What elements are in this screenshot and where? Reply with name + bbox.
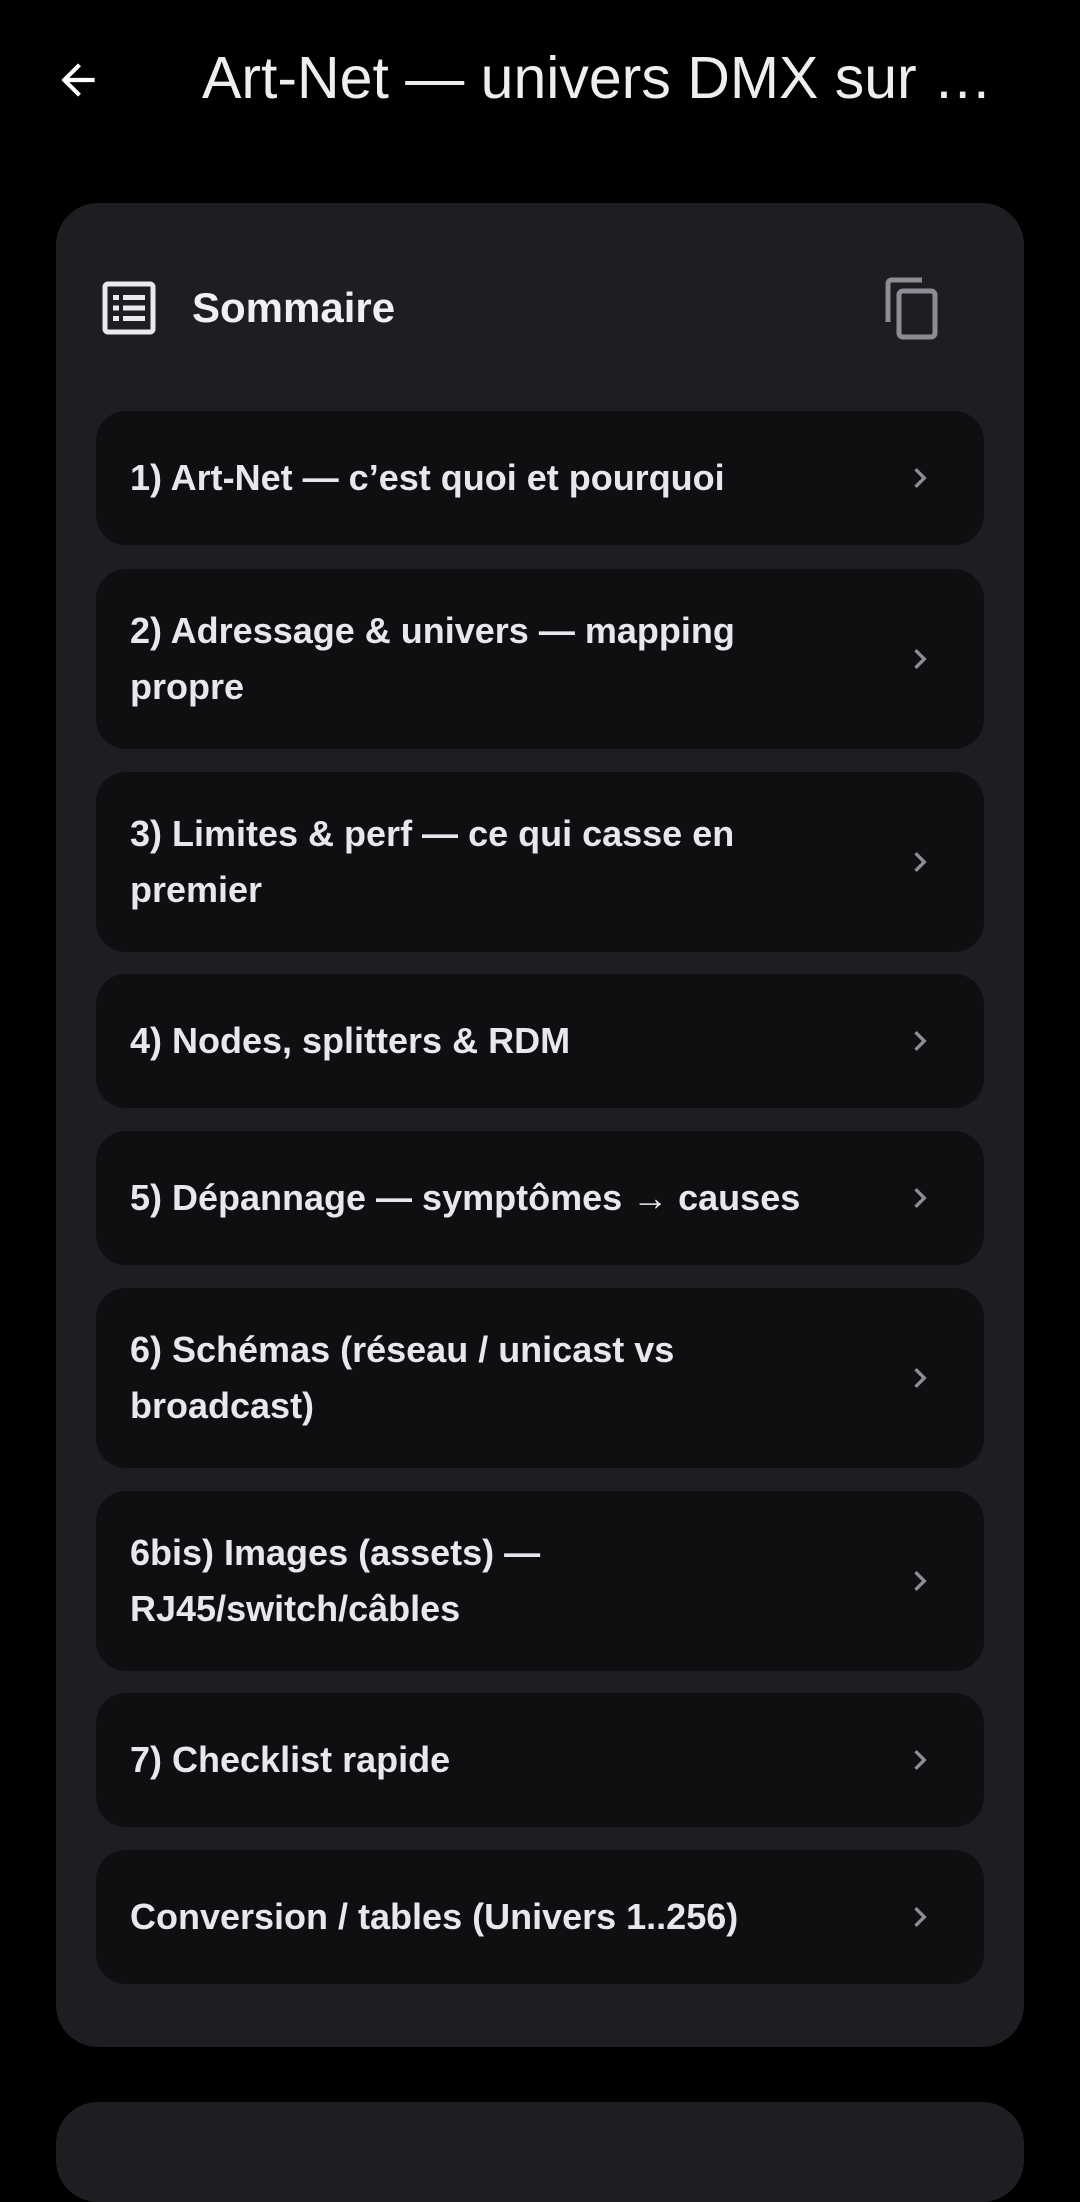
toc-item-3[interactable]: 3) Limites & perf — ce qui casse en prem… bbox=[96, 772, 984, 952]
next-section-card bbox=[56, 2102, 1024, 2202]
chevron-right-icon bbox=[914, 649, 927, 669]
toc-item-label: 1) Art-Net — c’est quoi et pourquoi bbox=[130, 457, 725, 498]
copy-button[interactable] bbox=[876, 273, 948, 345]
toc-item-label: 2) Adressage & univers — mapping propre bbox=[130, 610, 735, 707]
toc-item-4[interactable]: 4) Nodes, splitters & RDM bbox=[96, 974, 984, 1108]
toc-item-label: 6) Schémas (réseau / unicast vs broadcas… bbox=[130, 1329, 675, 1426]
toc-item-label: 7) Checklist rapide bbox=[130, 1739, 451, 1780]
app-bar: Art-Net — univers DMX sur l… bbox=[0, 0, 1080, 158]
toc-item-label: Conversion / tables (Univers 1..256) bbox=[130, 1896, 739, 1937]
toc-item-6bis[interactable]: 6bis) Images (assets) — RJ45/switch/câbl… bbox=[96, 1491, 984, 1671]
toc-item-label: 3) Limites & perf — ce qui casse en prem… bbox=[130, 813, 735, 910]
chevron-right-icon bbox=[914, 1571, 927, 1591]
chevron-right-icon bbox=[914, 1031, 927, 1051]
toc-title: Sommaire bbox=[192, 284, 396, 331]
chevron-right-icon bbox=[914, 1368, 927, 1388]
toc-item-2[interactable]: 2) Adressage & univers — mapping propre bbox=[96, 569, 984, 749]
toc-header: Sommaire bbox=[56, 203, 1024, 403]
toc-item-label: 4) Nodes, splitters & RDM bbox=[130, 1020, 571, 1061]
arrow-back-icon bbox=[61, 63, 95, 97]
chevron-right-icon bbox=[914, 1907, 927, 1927]
chevron-right-icon bbox=[914, 1750, 927, 1770]
chevron-right-icon bbox=[914, 468, 927, 488]
toc-item-7[interactable]: 7) Checklist rapide bbox=[96, 1693, 984, 1827]
chevron-right-icon bbox=[914, 1188, 927, 1208]
back-button[interactable] bbox=[44, 46, 112, 114]
toc-item-conversion[interactable]: Conversion / tables (Univers 1..256) bbox=[96, 1850, 984, 1984]
page-title: Art-Net — univers DMX sur l… bbox=[202, 45, 1002, 111]
toc-item-label: 6bis) Images (assets) — RJ45/switch/câbl… bbox=[130, 1532, 541, 1629]
toc-item-6[interactable]: 6) Schémas (réseau / unicast vs broadcas… bbox=[96, 1288, 984, 1468]
toc-card: Sommaire 1) Art-Net — c’est quoi et pour… bbox=[56, 203, 1024, 2047]
copy-icon bbox=[885, 277, 938, 340]
chevron-right-icon bbox=[914, 852, 927, 872]
toc-item-1[interactable]: 1) Art-Net — c’est quoi et pourquoi bbox=[96, 411, 984, 545]
list-icon bbox=[102, 281, 156, 335]
toc-item-label: 5) Dépannage — symptômes → causes bbox=[130, 1177, 801, 1218]
toc-item-5[interactable]: 5) Dépannage — symptômes → causes bbox=[96, 1131, 984, 1265]
